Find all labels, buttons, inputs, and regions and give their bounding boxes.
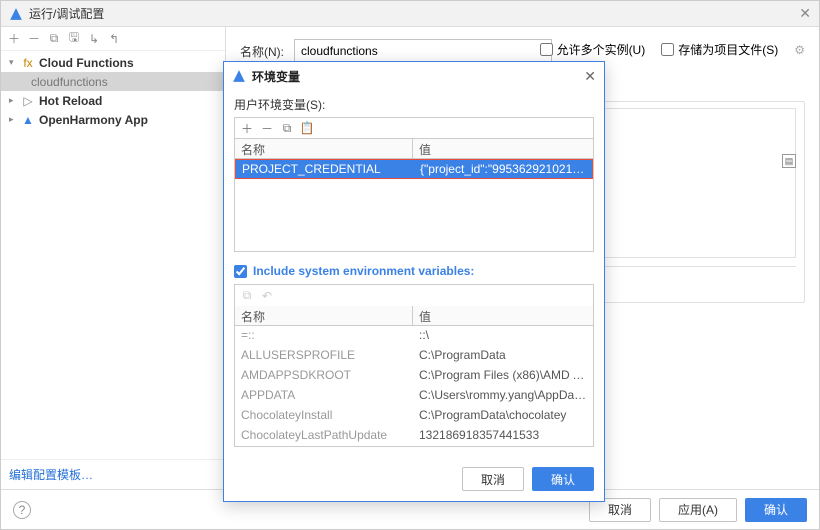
- dialog-footer: 取消 确认: [224, 457, 604, 501]
- allow-multi-checkbox[interactable]: 允许多个实例(U): [540, 41, 646, 58]
- dialog-app-icon: [232, 69, 246, 83]
- copy-icon[interactable]: ⧉: [45, 30, 63, 48]
- dialog-cancel-button[interactable]: 取消: [462, 467, 524, 491]
- table-row[interactable]: ChocolateyLastPathUpdate1321869183574415…: [235, 426, 593, 446]
- config-tree: ▾ fx Cloud Functions cloudfunctions ▸ ▷ …: [1, 51, 225, 459]
- name-label: 名称(N):: [240, 43, 284, 60]
- expand-box-icon[interactable]: ▤: [782, 154, 796, 168]
- dialog-ok-button[interactable]: 确认: [532, 467, 594, 491]
- dialog-title: 环境变量: [252, 68, 584, 85]
- apply-button[interactable]: 应用(A): [659, 498, 737, 522]
- user-vars-table: 名称 值 PROJECT_CREDENTIAL {"project_id":"9…: [234, 139, 594, 252]
- titlebar: 运行/调试配置 ✕: [1, 1, 819, 27]
- tree-item-hot-reload[interactable]: ▸ ▷ Hot Reload: [1, 91, 225, 110]
- expand-icon[interactable]: ↳: [85, 30, 103, 48]
- window-close-icon[interactable]: ✕: [799, 5, 811, 22]
- checkbox-row: 允许多个实例(U) 存储为项目文件(S) ⚙: [540, 41, 805, 58]
- edit-templates-link[interactable]: 编辑配置模板…: [9, 468, 93, 482]
- button-row: 取消 应用(A) 确认: [589, 498, 807, 522]
- tree-item-cloud-functions[interactable]: ▾ fx Cloud Functions: [1, 53, 225, 72]
- tree-item-cloudfunctions-instance[interactable]: cloudfunctions: [1, 72, 225, 91]
- copy-var-icon[interactable]: ⧉: [279, 121, 295, 136]
- include-sys-label: Include system environment variables:: [253, 264, 474, 278]
- chevron-down-icon: ▾: [9, 57, 21, 68]
- dialog-body: 用户环境变量(S): ＋ － ⧉ 📋 名称 值 PROJECT_CREDENTI…: [224, 90, 604, 457]
- chevron-right-icon: ▸: [9, 95, 21, 106]
- sidebar-toolbar: ＋ － ⧉ 🖫 ↳ ↰: [1, 27, 225, 51]
- chevron-right-icon: ▸: [9, 114, 21, 125]
- play-icon: ▷: [21, 94, 35, 108]
- revert-sys-icon[interactable]: ↶: [259, 289, 275, 303]
- user-vars-body: PROJECT_CREDENTIAL {"project_id":"995362…: [235, 159, 593, 251]
- env-vars-dialog: 环境变量 ✕ 用户环境变量(S): ＋ － ⧉ 📋 名称 值 PROJECT_C…: [223, 61, 605, 502]
- table-row[interactable]: AMDAPPSDKROOTC:\Program Files (x86)\AMD …: [235, 366, 593, 386]
- ok-button[interactable]: 确认: [745, 498, 807, 522]
- sidebar: ＋ － ⧉ 🖫 ↳ ↰ ▾ fx Cloud Functions cloudfu…: [1, 27, 226, 489]
- add-icon[interactable]: ＋: [5, 30, 23, 48]
- app-icon: [9, 7, 23, 21]
- col-value: 值: [413, 139, 593, 158]
- collapse-icon[interactable]: ↰: [105, 30, 123, 48]
- add-var-icon[interactable]: ＋: [239, 120, 255, 137]
- app-triangle-icon: ▲: [21, 113, 35, 127]
- save-project-checkbox[interactable]: 存储为项目文件(S): [661, 41, 778, 58]
- help-icon[interactable]: ?: [13, 501, 31, 519]
- sys-col-name: 名称: [235, 306, 413, 325]
- tree-item-openharmony[interactable]: ▸ ▲ OpenHarmony App: [1, 110, 225, 129]
- save-icon[interactable]: 🖫: [65, 30, 83, 48]
- remove-var-icon[interactable]: －: [259, 120, 275, 137]
- table-row[interactable]: APPDATAC:\Users\rommy.yang\AppData\Ro...: [235, 386, 593, 406]
- paste-var-icon[interactable]: 📋: [299, 121, 315, 135]
- sys-vars-table: 名称 值 =::::\ ALLUSERSPROFILEC:\ProgramDat…: [234, 306, 594, 447]
- copy-sys-icon[interactable]: ⧉: [239, 288, 255, 303]
- window-title: 运行/调试配置: [29, 5, 799, 22]
- gear-icon[interactable]: ⚙: [794, 43, 805, 57]
- sys-vars-toolbar: ⧉ ↶: [234, 284, 594, 306]
- user-vars-label: 用户环境变量(S):: [234, 96, 594, 113]
- user-vars-toolbar: ＋ － ⧉ 📋: [234, 117, 594, 139]
- sys-table-header: 名称 值: [235, 306, 593, 326]
- sys-col-value: 值: [413, 306, 593, 325]
- dialog-titlebar: 环境变量 ✕: [224, 62, 604, 90]
- sys-vars-body: =::::\ ALLUSERSPROFILEC:\ProgramData AMD…: [235, 326, 593, 446]
- include-sys-row: Include system environment variables:: [234, 264, 594, 278]
- fx-icon: fx: [21, 56, 35, 70]
- sidebar-footer: 编辑配置模板…: [1, 459, 225, 489]
- remove-icon[interactable]: －: [25, 30, 43, 48]
- table-row[interactable]: =::::\: [235, 326, 593, 346]
- include-sys-checkbox[interactable]: [234, 265, 247, 278]
- table-header: 名称 值: [235, 139, 593, 159]
- dialog-close-icon[interactable]: ✕: [584, 68, 596, 85]
- table-row[interactable]: PROJECT_CREDENTIAL {"project_id":"995362…: [235, 159, 593, 179]
- table-row[interactable]: ChocolateyInstallC:\ProgramData\chocolat…: [235, 406, 593, 426]
- col-name: 名称: [235, 139, 413, 158]
- name-input[interactable]: [294, 39, 552, 63]
- table-row[interactable]: ALLUSERSPROFILEC:\ProgramData: [235, 346, 593, 366]
